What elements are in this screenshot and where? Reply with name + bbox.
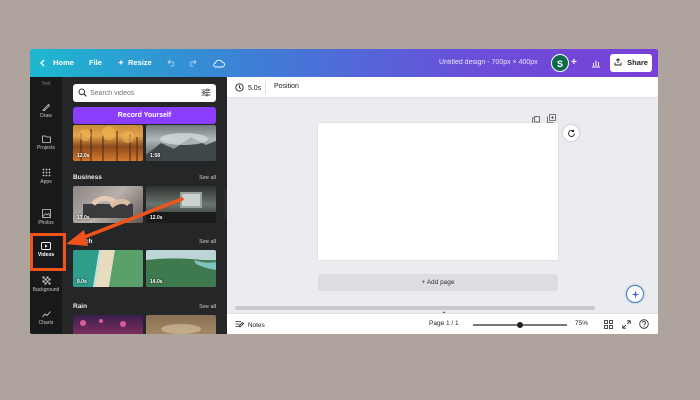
annotation-arrow: [66, 197, 184, 246]
